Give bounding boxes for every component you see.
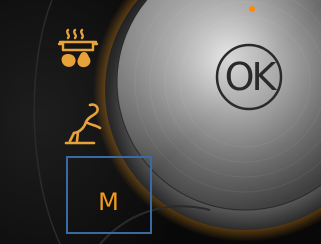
steam-pot-icon bbox=[57, 28, 99, 68]
mode-manual-button[interactable]: M bbox=[66, 156, 152, 234]
manual-mode-label: M bbox=[98, 188, 120, 216]
mode-steam-button[interactable] bbox=[52, 24, 104, 76]
roast-chicken-icon bbox=[64, 103, 102, 145]
mode-roast-button[interactable] bbox=[58, 98, 110, 148]
dial-indicator-dot bbox=[249, 6, 255, 12]
control-panel-graphic bbox=[33, 0, 321, 244]
oven-control-panel: M OK bbox=[0, 0, 321, 244]
ok-button[interactable] bbox=[214, 42, 284, 112]
